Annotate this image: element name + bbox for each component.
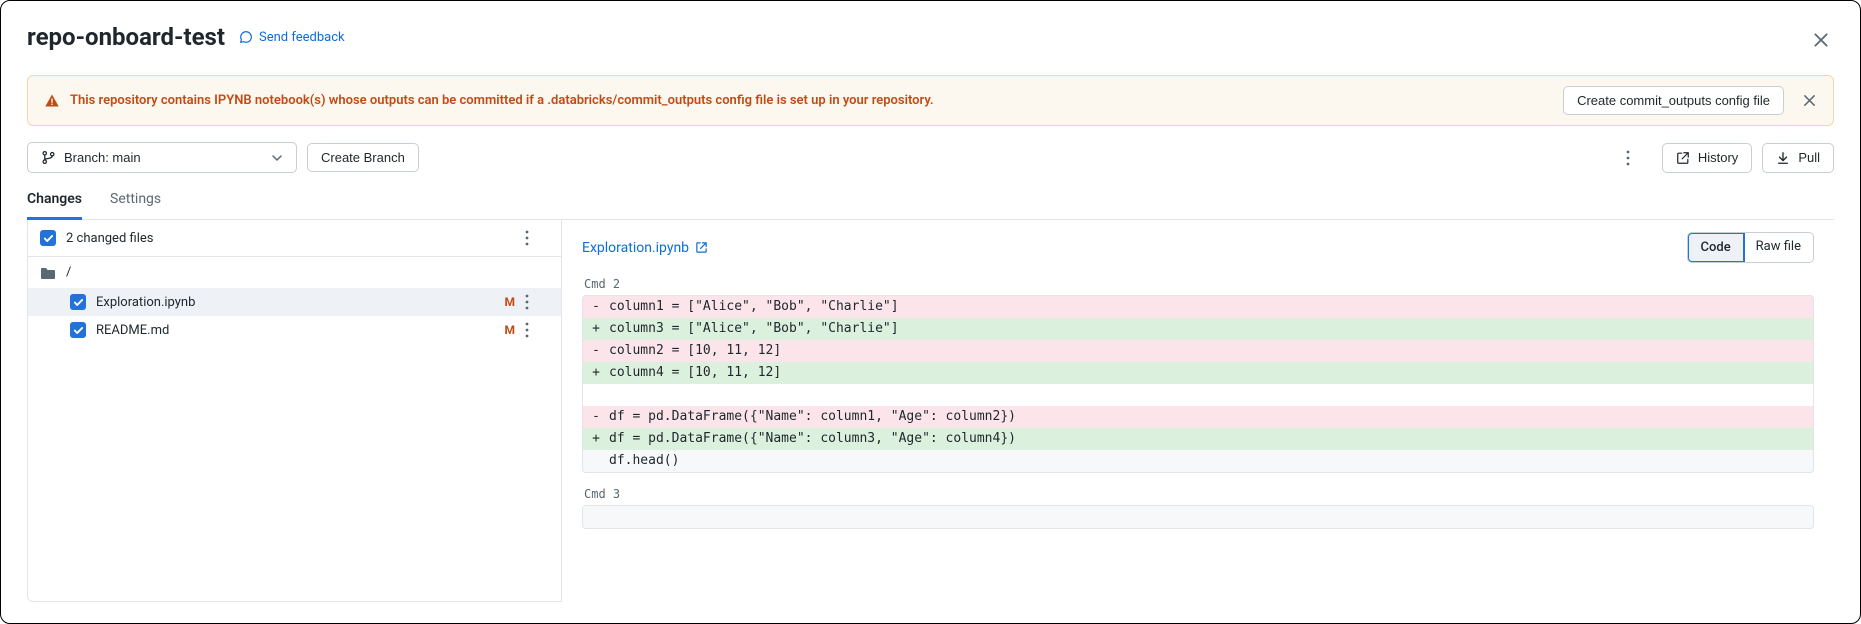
- diff-panel: Exploration.ipynb Code Raw file Cmd 2 -co…: [562, 220, 1834, 602]
- tree-root[interactable]: /: [28, 257, 561, 288]
- file-overflow-button[interactable]: [525, 322, 551, 338]
- warning-icon: [44, 93, 60, 109]
- tab-settings[interactable]: Settings: [110, 191, 161, 219]
- view-mode-raw[interactable]: Raw file: [1744, 233, 1813, 262]
- file-name: README.md: [96, 323, 169, 338]
- diff-line: df.head(): [583, 450, 1813, 472]
- file-checkbox[interactable]: [70, 322, 86, 338]
- warning-banner: This repository contains IPYNB notebook(…: [27, 75, 1834, 126]
- file-status: M: [504, 323, 515, 337]
- chat-icon: [239, 30, 253, 44]
- tree-root-label: /: [66, 265, 71, 280]
- file-overflow-button[interactable]: [525, 294, 551, 310]
- create-branch-button[interactable]: Create Branch: [307, 143, 419, 172]
- folder-icon: [40, 266, 56, 280]
- file-checkbox[interactable]: [70, 294, 86, 310]
- cell-label: Cmd 3: [584, 487, 1814, 501]
- changes-panel: 2 changed files / Exploration.ipynbMREAD…: [27, 220, 562, 602]
- file-name: Exploration.ipynb: [96, 295, 195, 310]
- close-icon[interactable]: [1812, 31, 1830, 49]
- diff-line: +df = pd.DataFrame({"Name": column3, "Ag…: [583, 428, 1813, 450]
- diff-line: -df = pd.DataFrame({"Name": column1, "Ag…: [583, 406, 1813, 428]
- branch-selector[interactable]: Branch: main: [27, 142, 297, 173]
- open-file-name: Exploration.ipynb: [582, 240, 689, 256]
- file-row[interactable]: Exploration.ipynb M: [28, 288, 561, 316]
- external-link-icon: [1676, 151, 1690, 165]
- branch-label: Branch: main: [64, 151, 141, 164]
- cell-label: Cmd 2: [584, 277, 1814, 291]
- diff-line: -column2 = [10, 11, 12]: [583, 340, 1813, 362]
- diff-line: +column3 = ["Alice", "Bob", "Charlie"]: [583, 318, 1813, 340]
- external-link-icon: [695, 241, 708, 254]
- chevron-down-icon: [271, 152, 283, 164]
- create-config-button[interactable]: Create commit_outputs config file: [1563, 86, 1784, 115]
- diff-line: [583, 384, 1813, 406]
- file-row[interactable]: README.md M: [28, 316, 561, 344]
- diff-block: [582, 505, 1814, 529]
- pull-button[interactable]: Pull: [1762, 143, 1834, 173]
- view-mode-code[interactable]: Code: [1687, 232, 1745, 263]
- history-button[interactable]: History: [1662, 143, 1752, 173]
- pull-icon: [1776, 151, 1790, 165]
- open-file-link[interactable]: Exploration.ipynb: [582, 240, 708, 256]
- diff-block: -column1 = ["Alice", "Bob", "Charlie"]+c…: [582, 295, 1814, 473]
- banner-message: This repository contains IPYNB notebook(…: [70, 93, 934, 108]
- overflow-menu-button[interactable]: [1626, 150, 1652, 166]
- banner-close-icon[interactable]: [1802, 93, 1817, 108]
- send-feedback-label: Send feedback: [259, 30, 345, 45]
- tab-changes[interactable]: Changes: [27, 191, 82, 220]
- send-feedback-link[interactable]: Send feedback: [239, 30, 345, 45]
- branch-icon: [41, 150, 56, 165]
- changes-summary: 2 changed files: [66, 231, 153, 246]
- dialog-window: repo-onboard-test Send feedback This rep…: [0, 0, 1861, 624]
- select-all-checkbox[interactable]: [40, 230, 56, 246]
- diff-line: +column4 = [10, 11, 12]: [583, 362, 1813, 384]
- diff-line: -column1 = ["Alice", "Bob", "Charlie"]: [583, 296, 1813, 318]
- repo-title: repo-onboard-test: [27, 23, 225, 51]
- file-status: M: [504, 295, 515, 309]
- changes-overflow-button[interactable]: [525, 230, 551, 246]
- view-mode-toggle: Code Raw file: [1687, 232, 1815, 263]
